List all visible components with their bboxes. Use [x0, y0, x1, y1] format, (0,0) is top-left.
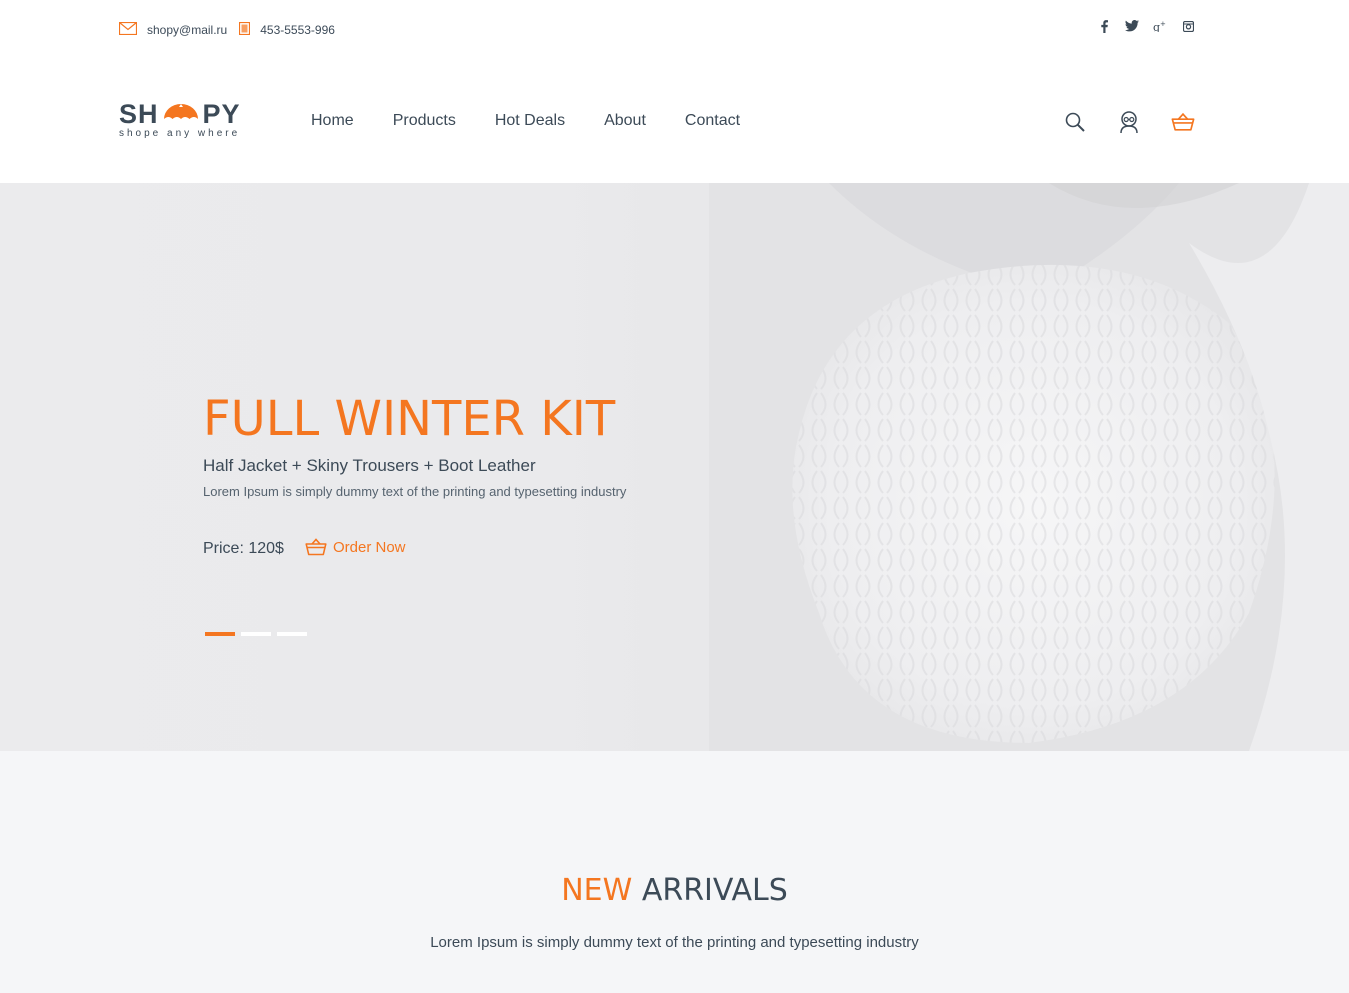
section-title: NEW ARRIVALS	[0, 873, 1349, 908]
hero-subtitle: Half Jacket + Skiny Trousers + Boot Leat…	[203, 456, 536, 475]
slider-dot-2[interactable]	[241, 632, 271, 636]
slider-pagination	[205, 632, 307, 636]
order-now-label[interactable]: Order Now	[333, 539, 406, 556]
nav-contact[interactable]: Contact	[685, 112, 740, 130]
hero-slider: FULL WINTER KIT Half Jacket + Skiny Trou…	[0, 183, 1349, 751]
nav-hot-deals[interactable]: Hot Deals	[495, 112, 565, 130]
slider-dot-1[interactable]	[205, 632, 235, 636]
svg-text:+: +	[1160, 20, 1166, 28]
basket-icon[interactable]	[1171, 110, 1195, 134]
search-icon[interactable]	[1063, 110, 1087, 134]
new-arrivals-section: NEW ARRIVALS Lorem Ipsum is simply dummy…	[0, 751, 1349, 993]
svg-text:g: g	[1153, 21, 1160, 32]
envelope-icon	[118, 21, 138, 38]
logo-tagline: shope any where	[119, 128, 241, 139]
section-title-accent: NEW	[561, 873, 633, 908]
twitter-icon[interactable]	[1125, 18, 1139, 34]
nav-home[interactable]: Home	[311, 112, 354, 130]
top-bar: shopy@mail.ru 453-5553-996 g +	[0, 0, 1349, 60]
main-nav: Home Products Hot Deals About Contact	[311, 112, 779, 130]
hero-title: FULL WINTER KIT	[203, 391, 616, 447]
basket-icon	[305, 538, 327, 556]
main-header: SH PY shope any where Home Products Hot …	[0, 60, 1349, 183]
hero-description: Lorem Ipsum is simply dummy text of the …	[203, 484, 627, 499]
slider-dot-3[interactable]	[277, 632, 307, 636]
section-title-rest: ARRIVALS	[641, 873, 788, 908]
email-contact[interactable]: shopy@mail.ru	[118, 21, 227, 38]
phone-contact[interactable]: 453-5553-996	[239, 21, 335, 38]
header-tools	[1063, 110, 1195, 134]
phone-text[interactable]: 453-5553-996	[260, 23, 335, 37]
contact-info: shopy@mail.ru 453-5553-996	[118, 21, 347, 38]
google-plus-icon[interactable]: g +	[1153, 18, 1167, 34]
logo-umbrella-icon	[163, 103, 199, 125]
facebook-icon[interactable]	[1097, 18, 1111, 34]
nav-about[interactable]: About	[604, 112, 646, 130]
order-now-button[interactable]: Order Now	[305, 538, 406, 556]
phone-icon	[239, 21, 251, 38]
hero-model-image	[709, 183, 1349, 751]
social-links: g +	[1097, 18, 1195, 34]
site-logo[interactable]: SH PY shope any where	[119, 98, 241, 140]
nav-products[interactable]: Products	[393, 112, 456, 130]
logo-text-left: SH	[119, 98, 159, 129]
section-description: Lorem Ipsum is simply dummy text of the …	[430, 934, 919, 951]
email-text[interactable]: shopy@mail.ru	[147, 23, 227, 37]
user-icon[interactable]	[1117, 110, 1141, 134]
logo-wordmark: SH PY	[119, 98, 241, 129]
logo-text-right: PY	[202, 98, 241, 129]
instagram-icon[interactable]	[1181, 18, 1195, 34]
hero-price: Price: 120$	[203, 540, 284, 557]
